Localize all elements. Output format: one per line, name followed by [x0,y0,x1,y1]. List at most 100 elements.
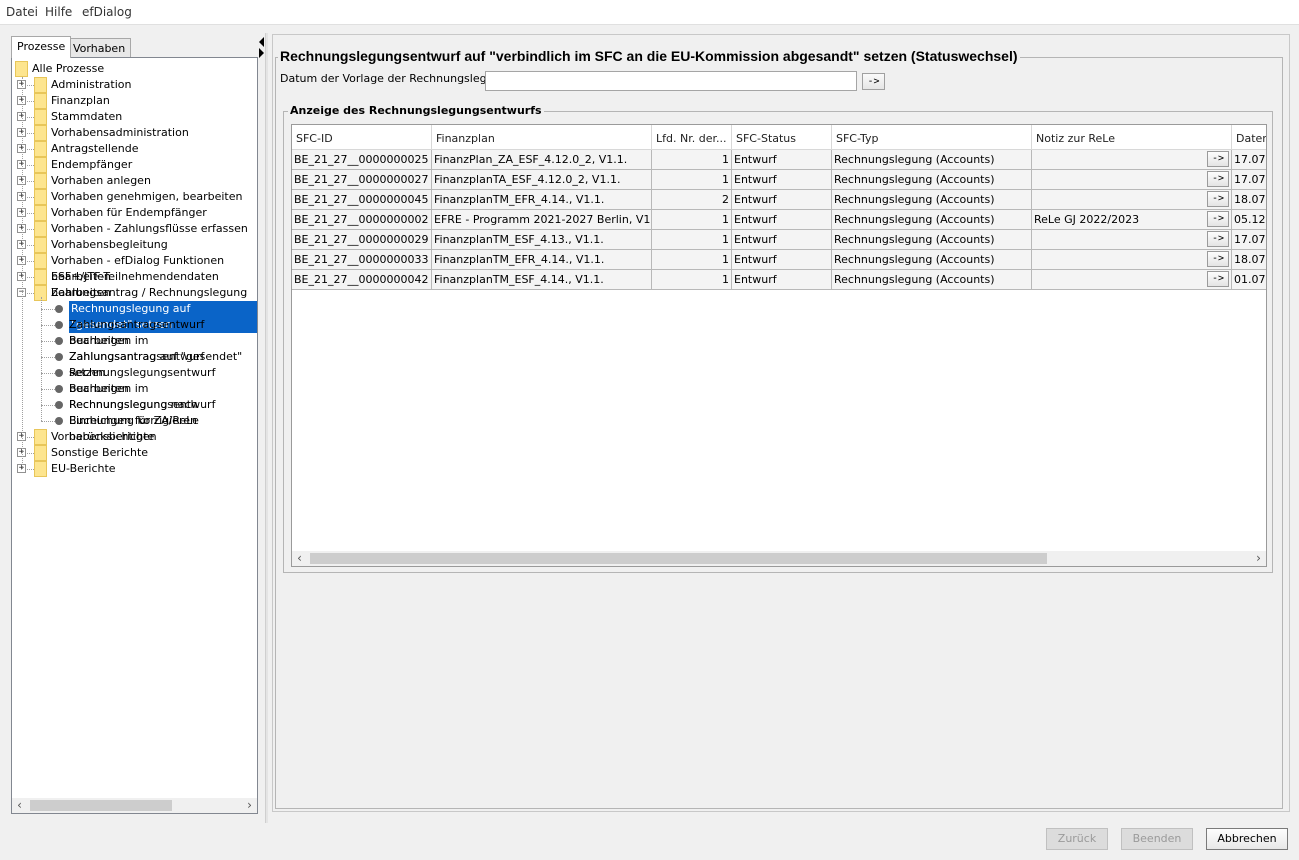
tree-item-after-2[interactable]: EU-Berichte [51,461,116,477]
scroll-left-icon[interactable]: ‹ [12,798,27,813]
table-cell[interactable]: -> [1032,170,1232,190]
column-header[interactable]: SFC-Status [732,125,832,150]
tree-item-after-1[interactable]: Sonstige Berichte [51,445,148,461]
column-header[interactable]: Finanzplan [432,125,652,150]
tree-item-folder-4[interactable]: Antragstellende [51,141,138,157]
table-cell[interactable]: EFRE - Programm 2021-2027 Berlin, V1.1. [432,210,652,230]
edit-note-button[interactable]: -> [1207,151,1229,167]
column-header[interactable]: SFC-Typ [832,125,1032,150]
table-cell[interactable]: 18.07. [1232,250,1266,270]
table-cell[interactable]: 1 [652,250,732,270]
table-cell[interactable]: Entwurf [732,150,832,170]
table-cell[interactable]: BE_21_27__0000000045 [292,190,432,210]
column-header[interactable]: SFC-ID [292,125,432,150]
table-cell[interactable]: BE_21_27__0000000029 [292,230,432,250]
tree-item-folder-10[interactable]: Vorhabensbegleitung [51,237,168,253]
back-button[interactable]: Zurück [1046,828,1108,850]
scrollbar-thumb[interactable] [310,553,1047,564]
tree-root-label[interactable]: Alle Prozesse [32,61,104,77]
scroll-right-icon[interactable]: › [242,798,257,813]
table-cell[interactable]: 1 [652,230,732,250]
tree-item-folder-3[interactable]: Vorhabensadministration [51,125,189,141]
tree-item-folder-13[interactable]: Zahlungsantrag / Rechnungslegung [51,285,247,301]
table-cell[interactable]: -> [1032,270,1232,290]
table-cell[interactable]: 01.07. [1232,270,1266,290]
table-cell[interactable]: -> [1032,150,1232,170]
table-cell[interactable]: BE_21_27__0000000033 [292,250,432,270]
table-cell[interactable]: 1 [652,210,732,230]
table-cell[interactable]: Rechnungslegung (Accounts) [832,210,1032,230]
scrollbar-thumb[interactable] [30,800,172,811]
tree-item-folder-5[interactable]: Endempfänger [51,157,132,173]
table-cell[interactable]: Rechnungslegung (Accounts) [832,230,1032,250]
table-cell[interactable]: FinanzplanTA_ESF_4.12.0_2, V1.1. [432,170,652,190]
menu-hilfe[interactable]: Hilfe [45,5,72,19]
edit-note-button[interactable]: -> [1207,271,1229,287]
collapse-left-arrow-icon[interactable] [259,37,264,47]
table-cell[interactable]: Entwurf [732,170,832,190]
table-cell[interactable]: -> [1032,250,1232,270]
table-cell[interactable]: 1 [652,270,732,290]
date-input[interactable] [485,71,857,91]
column-header[interactable]: Notiz zur ReLe [1032,125,1232,150]
finish-button[interactable]: Beenden [1121,828,1193,850]
table-cell[interactable]: Rechnungslegung (Accounts) [832,270,1032,290]
table-cell[interactable]: 2 [652,190,732,210]
table-cell[interactable]: -> [1032,190,1232,210]
tree-item-folder-9[interactable]: Vorhaben - Zahlungsflüsse erfassen [51,221,248,237]
scroll-right-icon[interactable]: › [1251,551,1266,566]
edit-note-button[interactable]: -> [1207,231,1229,247]
table-cell[interactable]: 17.07. [1232,150,1266,170]
tree-item-folder-2[interactable]: Stammdaten [51,109,122,125]
table-cell[interactable]: FinanzplanTM_EFR_4.14., V1.1. [432,190,652,210]
table-cell[interactable]: FinanzPlan_ZA_ESF_4.12.0_2, V1.1. [432,150,652,170]
table-cell[interactable]: -> [1032,230,1232,250]
table-cell[interactable]: 1 [652,170,732,190]
tab-prozesse[interactable]: Prozesse [11,36,72,58]
table-cell[interactable]: Entwurf [732,210,832,230]
table-cell[interactable]: 17.07. [1232,170,1266,190]
table-cell[interactable]: BE_21_27__0000000002 [292,210,432,230]
tree-item-folder-7[interactable]: Vorhaben genehmigen, bearbeiten [51,189,242,205]
table-cell[interactable]: BE_21_27__0000000042 [292,270,432,290]
table-cell[interactable]: Entwurf [732,190,832,210]
tree-item-after-0[interactable]: Vorhabensberichte [51,429,154,445]
tree-item-folder-6[interactable]: Vorhaben anlegen [51,173,151,189]
tree-item-folder-0[interactable]: Administration [51,77,132,93]
date-apply-button[interactable]: -> [862,73,885,90]
cancel-button[interactable]: Abbrechen [1206,828,1288,850]
table-cell[interactable]: Rechnungslegung (Accounts) [832,150,1032,170]
table-cell[interactable]: 18.07. [1232,190,1266,210]
edit-note-button[interactable]: -> [1207,251,1229,267]
table-cell[interactable]: 17.07. [1232,230,1266,250]
splitter[interactable] [265,33,268,823]
table-cell[interactable]: Rechnungslegung (Accounts) [832,250,1032,270]
edit-note-button[interactable]: -> [1207,191,1229,207]
menu-efdialog[interactable]: efDialog [82,5,132,19]
table-cell[interactable]: FinanzplanTM_ESF_4.14., V1.1. [432,270,652,290]
table-cell[interactable]: FinanzplanTM_ESF_4.13., V1.1. [432,230,652,250]
table-cell[interactable]: Rechnungslegung (Accounts) [832,170,1032,190]
table-horizontal-scrollbar[interactable]: ‹ › [292,551,1266,566]
tree-item-folder-8[interactable]: Vorhaben für Endempfänger [51,205,207,221]
menu-datei[interactable]: Datei [6,5,38,19]
table-cell[interactable]: Entwurf [732,250,832,270]
table-cell[interactable]: FinanzplanTM_EFR_4.14., V1.1. [432,250,652,270]
table-cell[interactable]: ReLe GJ 2022/2023 -> [1032,210,1232,230]
table-cell[interactable]: Entwurf [732,270,832,290]
scroll-left-icon[interactable]: ‹ [292,551,307,566]
table-cell[interactable]: Rechnungslegung (Accounts) [832,190,1032,210]
table-cell[interactable]: BE_21_27__0000000025 [292,150,432,170]
table-cell[interactable]: 05.12. [1232,210,1266,230]
edit-note-button[interactable]: -> [1207,211,1229,227]
tree-horizontal-scrollbar[interactable]: ‹ › [12,798,257,813]
column-header[interactable]: Daten [1232,125,1266,150]
expand-right-arrow-icon[interactable] [259,48,264,58]
process-tree[interactable]: Alle Prozesse + Administration + Finanzplan +… [11,57,258,814]
tab-vorhaben[interactable]: Vorhaben [67,38,132,58]
table-cell[interactable]: Entwurf [732,230,832,250]
table-cell[interactable]: 1 [652,150,732,170]
column-header[interactable]: Lfd. Nr. der... [652,125,732,150]
tree-item-folder-1[interactable]: Finanzplan [51,93,110,109]
table-cell[interactable]: BE_21_27__0000000027 [292,170,432,190]
